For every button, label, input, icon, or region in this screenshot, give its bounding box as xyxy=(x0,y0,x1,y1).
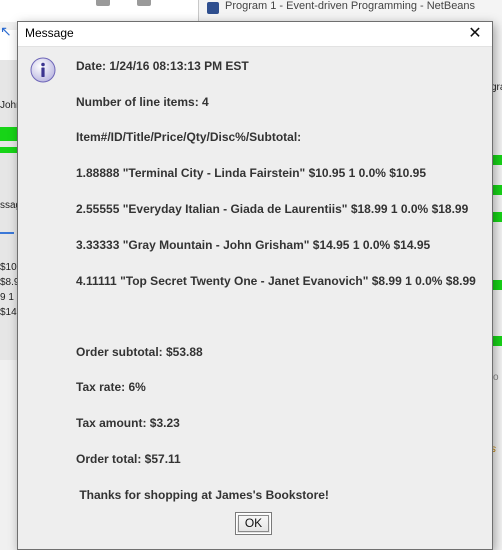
background-progress-bar xyxy=(0,147,18,153)
tax-rate: Tax rate: 6% xyxy=(76,380,146,394)
dialog-title: Message xyxy=(25,26,74,40)
items-header: Item#/ID/Title/Price/Qty/Disc%/Subtotal: xyxy=(76,130,302,144)
line-item: 3.33333 "Gray Mountain - John Grisham" $… xyxy=(76,238,431,252)
background-toolbar-icon xyxy=(137,0,151,6)
background-text-fragment: o xyxy=(493,372,499,383)
ok-button[interactable]: OK xyxy=(235,512,272,535)
line-item: 2.55555 "Everyday Italian - Giada de Lau… xyxy=(76,202,469,216)
tax-amount: Tax amount: $3.23 xyxy=(76,416,180,430)
order-total: Order total: $57.11 xyxy=(76,452,181,466)
order-subtotal: Order subtotal: $53.88 xyxy=(76,345,203,359)
background-toolbar-icon xyxy=(96,0,110,6)
background-progress-bar xyxy=(0,127,18,141)
dialog-titlebar[interactable]: Message ✕ xyxy=(18,22,492,47)
ok-button-label: OK xyxy=(238,515,269,532)
line-item: 4.11111 "Top Secret Twenty One - Janet E… xyxy=(76,274,476,288)
background-window-title: Program 1 - Event-driven Programming - N… xyxy=(199,0,502,18)
close-button[interactable]: ✕ xyxy=(458,22,492,46)
netbeans-icon xyxy=(207,2,219,14)
close-icon: ✕ xyxy=(468,25,482,42)
background-arrow-icon: ↖ xyxy=(0,23,12,39)
message-dialog: Message ✕ Date: 1/24/16 08:13:13 PM EST … xyxy=(17,21,493,550)
background-accent-line xyxy=(0,232,14,234)
thanks-message: Thanks for shopping at James's Bookstore… xyxy=(76,488,329,502)
order-date: Date: 1/24/16 08:13:13 PM EST xyxy=(76,59,249,73)
line-item-count: Number of line items: 4 xyxy=(76,95,209,109)
information-icon xyxy=(30,57,56,83)
line-item: 1.88888 "Terminal City - Linda Fairstein… xyxy=(76,166,426,180)
